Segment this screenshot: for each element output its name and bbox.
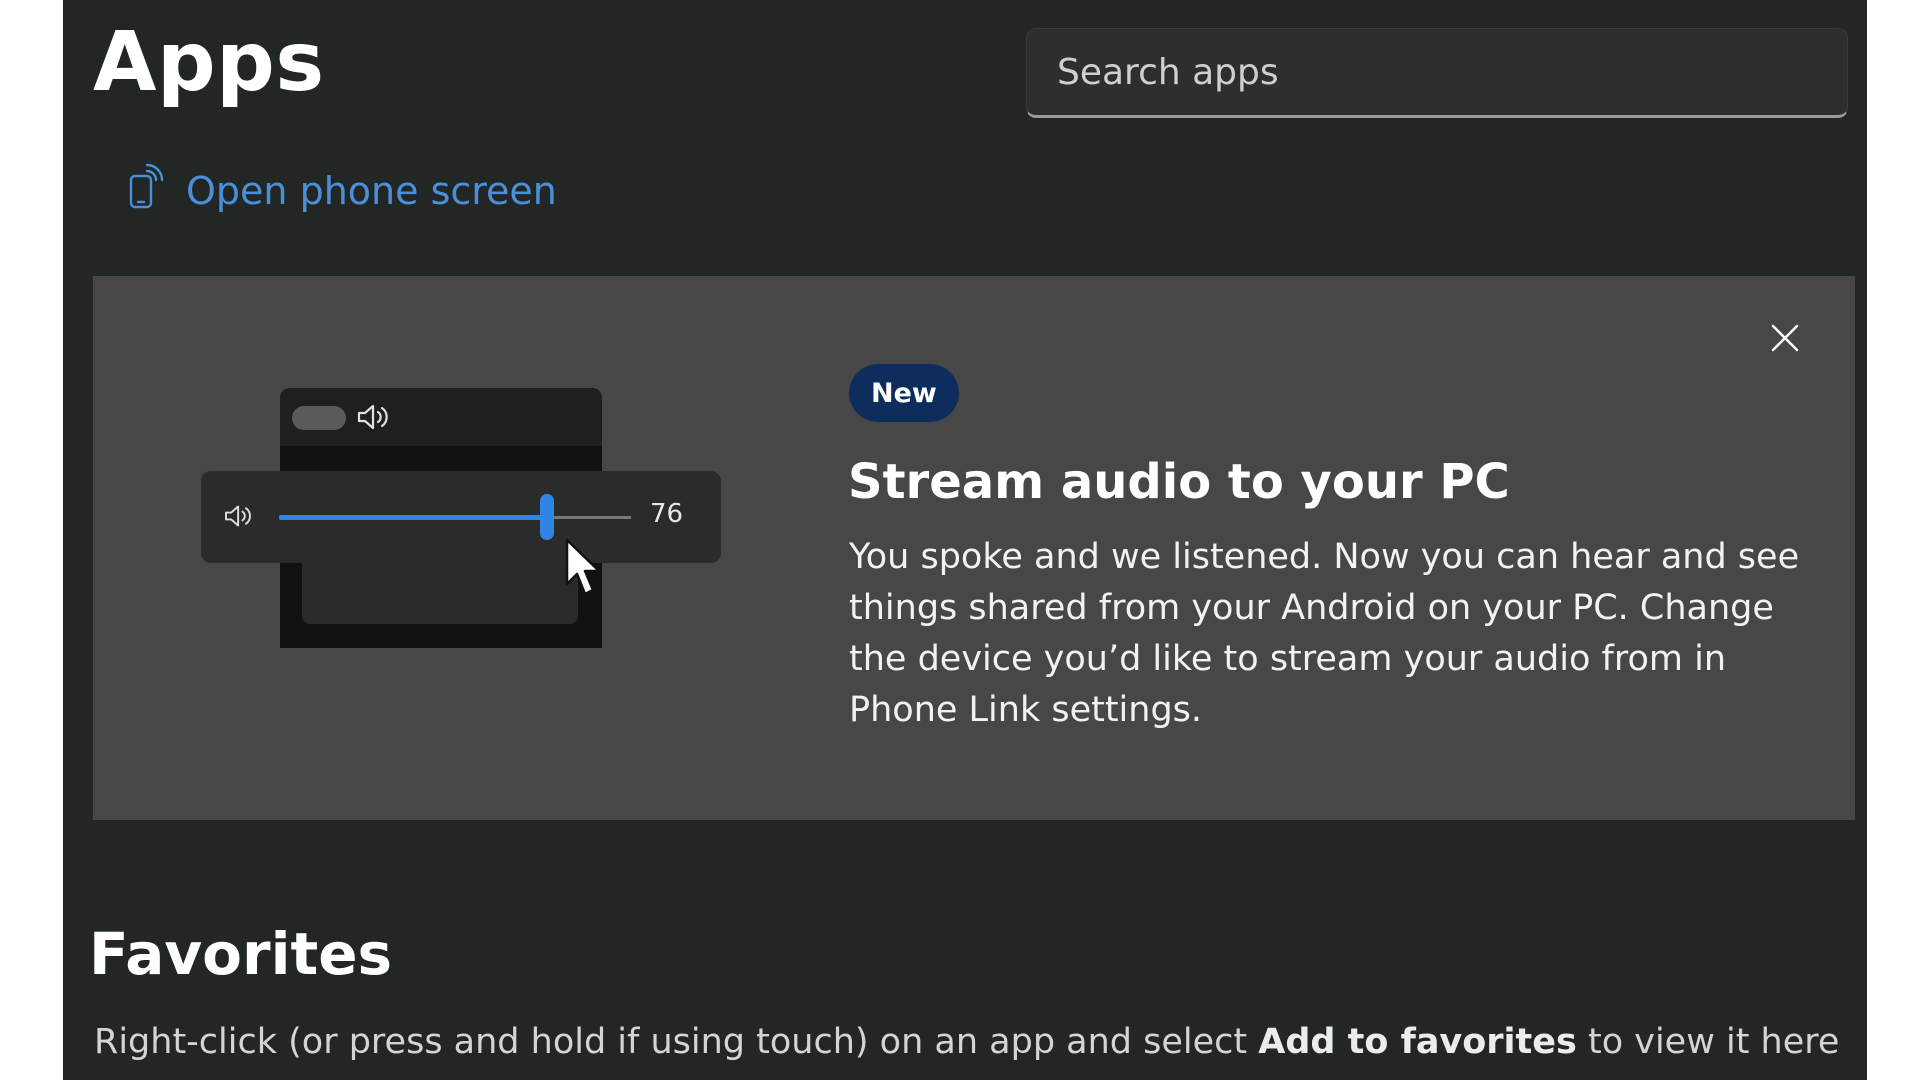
search-box[interactable]: [1026, 28, 1848, 118]
search-input[interactable]: [1057, 51, 1847, 93]
new-badge: New: [849, 364, 959, 422]
volume-slider-track: [279, 494, 631, 540]
volume-slider-fill: [279, 515, 547, 520]
close-button[interactable]: [1765, 320, 1805, 360]
cursor-icon: [565, 538, 605, 604]
phone-cast-icon: [128, 163, 164, 218]
favorites-hint-prefix: Right-click (or press and hold if using …: [94, 1022, 1259, 1062]
speaker-icon: [223, 503, 255, 533]
toggle-pill: [292, 406, 346, 430]
open-phone-screen-label: Open phone screen: [186, 168, 557, 213]
banner-title: Stream audio to your PC: [848, 454, 1510, 510]
illustration-panel-header: [280, 388, 602, 446]
volume-slider-card: 76: [201, 471, 721, 563]
banner-description: You spoke and we listened. Now you can h…: [849, 537, 1800, 730]
volume-slider-thumb: [539, 494, 554, 540]
volume-value: 76: [650, 499, 684, 529]
apps-window: Apps Open phone screen: [63, 0, 1867, 1080]
stream-audio-banner: 76 New Stream audio to your PC You spoke…: [93, 276, 1855, 820]
speaker-icon: [356, 402, 392, 436]
favorites-hint-suffix: to view it here: [1576, 1022, 1840, 1062]
page-title: Apps: [93, 15, 325, 110]
favorites-hint-bold: Add to favorites: [1258, 1022, 1577, 1062]
close-icon: [1770, 323, 1800, 357]
favorites-title: Favorites: [89, 920, 393, 988]
favorites-hint: Right-click (or press and hold if using …: [94, 1022, 1839, 1062]
open-phone-screen-link[interactable]: Open phone screen: [128, 163, 557, 218]
